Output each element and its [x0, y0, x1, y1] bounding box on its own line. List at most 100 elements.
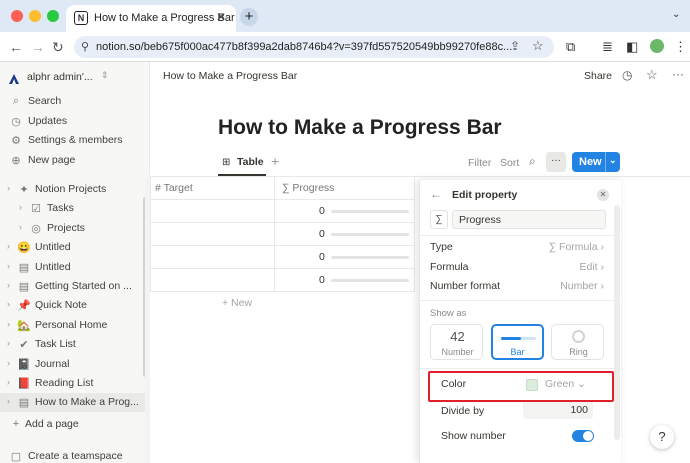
new-button-label: New	[579, 156, 602, 168]
new-button[interactable]: New ⌄	[572, 152, 620, 172]
sidebar-action-settings-members[interactable]: ⚙ Settings & members	[0, 131, 150, 150]
table-row[interactable]: 0	[150, 223, 415, 245]
share-page-icon[interactable]: ⇪	[510, 39, 520, 53]
chevron-right-icon[interactable]: ›	[7, 261, 10, 271]
sidebar-page-item[interactable]: › ✦ Notion Projects	[0, 180, 150, 199]
page-icon: 📕	[17, 378, 31, 390]
panel-divider	[420, 235, 622, 236]
type-row[interactable]: Type ∑ Formula ›	[430, 238, 606, 256]
share-button[interactable]: Share	[584, 70, 612, 82]
add-page-button[interactable]: + Add a page	[0, 415, 150, 434]
maximize-window-button[interactable]	[47, 10, 59, 22]
table-row[interactable]: 0	[150, 269, 415, 291]
sidebar-page-item[interactable]: › ▤ How to Make a Prog...	[0, 393, 150, 413]
new-row-button[interactable]: + New	[222, 297, 252, 309]
chevron-right-icon[interactable]: ›	[7, 183, 10, 193]
sidebar-page-item[interactable]: › ▤ Untitled	[0, 258, 150, 277]
close-window-button[interactable]	[11, 10, 23, 22]
column-header-progress[interactable]: ∑ Progress	[282, 182, 334, 194]
help-button[interactable]: ?	[650, 425, 674, 449]
tab-table[interactable]: Table	[237, 156, 264, 168]
bar-option-label: Bar	[510, 347, 525, 357]
column-header-target[interactable]: # Target	[155, 182, 193, 194]
back-arrow-icon[interactable]: ←	[9, 39, 23, 55]
bookmark-star-icon[interactable]: ☆	[532, 38, 544, 54]
panel-scrollbar[interactable]	[614, 205, 620, 440]
sidebar-action-search[interactable]: ⌕ Search	[0, 92, 150, 111]
chevron-down-icon[interactable]: ⌄	[609, 155, 617, 166]
chevron-right-icon[interactable]: ›	[7, 319, 10, 329]
ring-preview-icon	[572, 330, 585, 343]
sidebar-action-updates[interactable]: ◷ Updates	[0, 112, 150, 131]
sidebar-page-item[interactable]: › ✔ Task List	[0, 335, 150, 354]
reading-list-icon[interactable]: ≣	[602, 39, 613, 55]
workspace-switcher[interactable]: alphr admin'... ⇕	[0, 67, 150, 87]
table-row[interactable]: 0	[150, 246, 415, 268]
page-menu-icon[interactable]: ···	[672, 67, 684, 81]
property-type-icon[interactable]: ∑	[430, 210, 448, 229]
forward-arrow-icon[interactable]: →	[31, 39, 45, 55]
back-arrow-icon[interactable]: ←	[430, 187, 442, 201]
sidebar-action-new-page[interactable]: ⊕ New page	[0, 151, 150, 170]
sidebar-page-label: Task List	[35, 338, 76, 351]
favorite-star-icon[interactable]: ☆	[646, 67, 658, 83]
browser-menu-icon[interactable]: ⋮	[674, 39, 687, 55]
show-as-number-option[interactable]: 42 Number	[430, 324, 483, 360]
chevron-right-icon[interactable]: ›	[7, 241, 10, 251]
sidebar-page-item[interactable]: › ☑ Tasks	[0, 199, 150, 218]
search-icon[interactable]: ⌕	[529, 154, 536, 169]
tab-list-chevron-icon[interactable]: ⌄	[672, 9, 680, 20]
chevron-right-icon[interactable]: ›	[7, 377, 10, 387]
number-preview: 42	[450, 329, 465, 344]
history-clock-icon[interactable]: ◷	[622, 68, 632, 82]
minimize-window-button[interactable]	[29, 10, 41, 22]
sidebar-page-item[interactable]: › 🏡 Personal Home	[0, 316, 150, 335]
chevron-right-icon[interactable]: ›	[7, 299, 10, 309]
profile-avatar[interactable]	[650, 39, 664, 53]
add-view-button[interactable]: +	[271, 153, 279, 169]
chevron-right-icon[interactable]: ›	[19, 222, 22, 232]
property-name-input[interactable]: Progress	[452, 210, 606, 229]
sidebar-page-item[interactable]: › 📌 Quick Note	[0, 296, 150, 315]
chevron-right-icon[interactable]: ›	[7, 338, 10, 348]
sidebar-page-item[interactable]: › 📓 Journal	[0, 355, 150, 374]
breadcrumb[interactable]: How to Make a Progress Bar	[163, 70, 297, 82]
chevron-right-icon[interactable]: ›	[19, 202, 22, 212]
chevron-right-icon[interactable]: ›	[7, 358, 10, 368]
address-bar[interactable]: ⚲ notion.so/beb675f000ac477b8f399a2dab87…	[74, 36, 554, 58]
alphr-logo-icon	[9, 74, 19, 84]
chevron-right-icon[interactable]: ›	[7, 396, 10, 406]
chevron-right-icon: ›	[600, 261, 605, 273]
browser-tab[interactable]: N How to Make a Progress Bar ✕	[66, 5, 236, 32]
close-icon[interactable]: ✕	[597, 189, 609, 201]
new-tab-button[interactable]: +	[240, 8, 258, 26]
panel-divider	[420, 368, 622, 369]
page-icon: ✦	[19, 184, 29, 196]
show-number-toggle[interactable]	[572, 430, 594, 442]
page-title[interactable]: How to Make a Progress Bar	[218, 116, 502, 140]
number-format-value-text: Number	[560, 280, 598, 292]
sidebar-page-item[interactable]: › 📕 Reading List	[0, 374, 150, 393]
site-settings-icon[interactable]: ⚲	[81, 40, 89, 53]
sidebar-page-item[interactable]: › ◎ Projects	[0, 219, 150, 238]
number-format-row[interactable]: Number format Number ›	[430, 277, 606, 295]
create-teamspace-button[interactable]: ▢ Create a teamspace	[0, 447, 150, 463]
tab-close-icon[interactable]: ✕	[216, 10, 226, 24]
show-as-ring-option[interactable]: Ring	[551, 324, 604, 360]
more-options-button[interactable]: ···	[546, 152, 566, 172]
sidebar-page-item[interactable]: › 😀 Untitled	[0, 238, 150, 257]
table-row[interactable]: 0	[150, 200, 415, 222]
formula-row[interactable]: Formula Edit ›	[430, 258, 606, 276]
show-as-bar-option[interactable]: Bar	[491, 324, 544, 360]
sidebar-page-item[interactable]: › ▤ Getting Started on ...	[0, 277, 150, 296]
extensions-icon[interactable]: ⧉	[566, 39, 575, 55]
divide-by-input[interactable]: 100	[523, 401, 593, 419]
panel-divider	[420, 300, 622, 301]
sort-button[interactable]: Sort	[500, 157, 519, 169]
divide-by-label: Divide by	[441, 405, 485, 417]
side-panel-icon[interactable]: ◧	[626, 39, 638, 55]
reload-icon[interactable]: ↻	[52, 39, 64, 56]
chevron-right-icon[interactable]: ›	[7, 280, 10, 290]
page-icon: 😀	[17, 242, 31, 255]
filter-button[interactable]: Filter	[468, 157, 491, 169]
